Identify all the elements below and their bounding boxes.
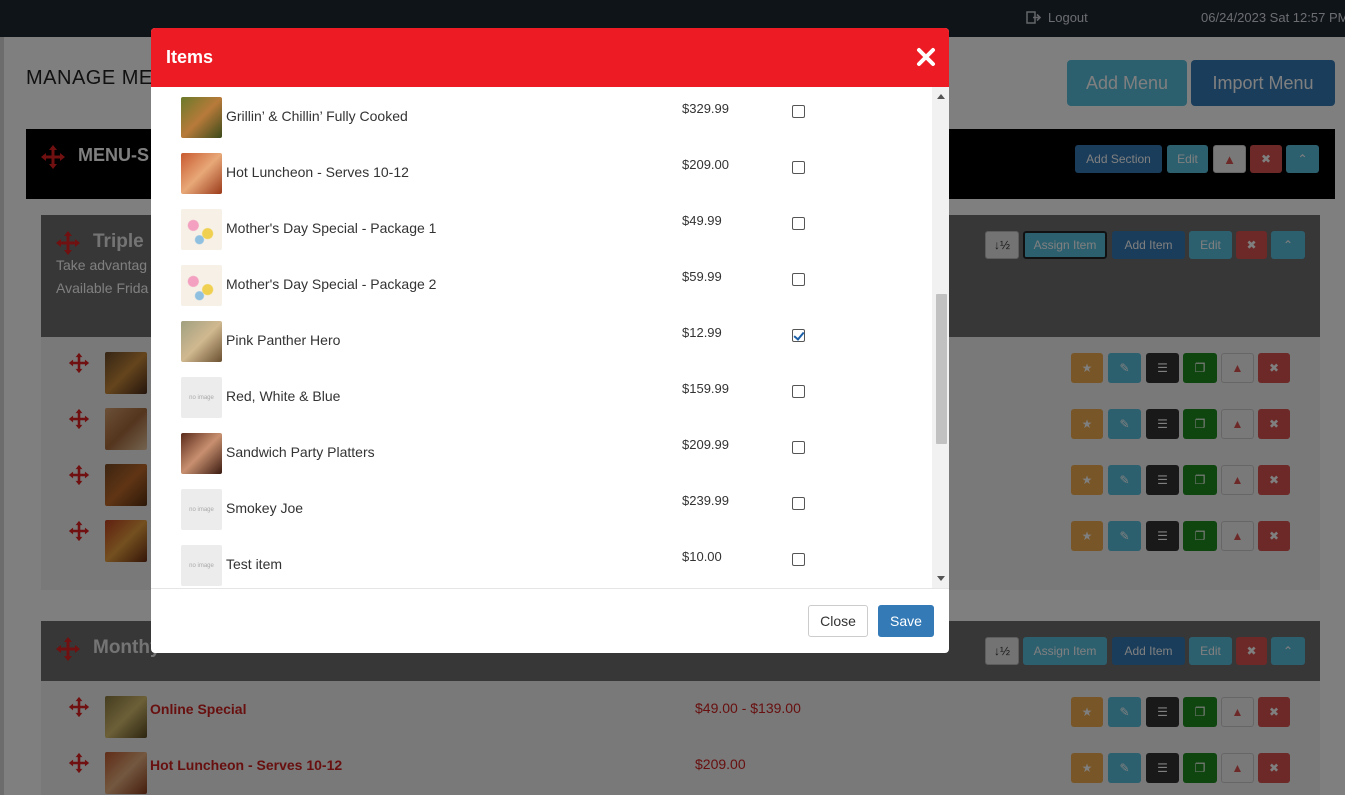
item-name: Test item [226, 556, 283, 572]
item-name: Sandwich Party Platters [226, 444, 375, 460]
item-name: Pink Panther Hero [226, 332, 341, 348]
close-icon[interactable] [915, 46, 937, 68]
modal-body: Grillin’ & Chillin’ Fully Cooked $329.99 H… [151, 87, 949, 589]
item-name: Hot Luncheon - Serves 10-12 [226, 164, 409, 180]
item-price: $209.99 [682, 437, 729, 452]
item-row: no image Test item $10.00 [151, 535, 931, 589]
item-name: Grillin’ & Chillin’ Fully Cooked [226, 108, 408, 124]
scroll-down-icon[interactable] [937, 576, 945, 581]
item-row: no image Smokey Joe $239.99 [151, 479, 931, 535]
close-button[interactable]: Close [808, 605, 868, 637]
item-checkbox[interactable] [792, 553, 805, 566]
item-checkbox[interactable] [792, 105, 805, 118]
save-button[interactable]: Save [878, 605, 934, 637]
item-name: Smokey Joe [226, 500, 304, 516]
modal-title: Items [166, 47, 214, 67]
item-price: $329.99 [682, 101, 729, 116]
item-checkbox[interactable] [792, 273, 805, 286]
item-image [181, 321, 222, 362]
item-price: $209.00 [682, 157, 729, 172]
item-image [181, 265, 222, 306]
item-price: $12.99 [682, 325, 722, 340]
item-image: no image [181, 489, 222, 530]
scroll-thumb[interactable] [936, 294, 947, 444]
scrollbar[interactable] [932, 87, 949, 589]
item-row: Mother's Day Special - Package 1 $49.99 [151, 199, 931, 255]
item-checkbox[interactable] [792, 385, 805, 398]
item-checkbox[interactable] [792, 441, 805, 454]
modal-footer: Close Save [151, 588, 949, 653]
item-price: $59.99 [682, 269, 722, 284]
item-price: $239.99 [682, 493, 729, 508]
item-checkbox[interactable] [792, 217, 805, 230]
item-image [181, 209, 222, 250]
item-image [181, 433, 222, 474]
item-row: Mother's Day Special - Package 2 $59.99 [151, 255, 931, 311]
item-name: Mother's Day Special - Package 1 [226, 220, 437, 236]
item-name: Mother's Day Special - Package 2 [226, 276, 437, 292]
item-price: $159.99 [682, 381, 729, 396]
scroll-up-icon[interactable] [937, 94, 945, 99]
items-modal: Items Grillin’ & Chillin’ Fully Cooked $3… [151, 28, 949, 653]
item-checkbox[interactable] [792, 161, 805, 174]
item-image [181, 153, 222, 194]
item-row: Pink Panther Hero $12.99 [151, 311, 931, 367]
item-image: no image [181, 545, 222, 586]
item-image [181, 97, 222, 138]
item-row: no image Red, White & Blue $159.99 [151, 367, 931, 423]
item-row: Grillin’ & Chillin’ Fully Cooked $329.99 [151, 87, 931, 143]
item-row: Hot Luncheon - Serves 10-12 $209.00 [151, 143, 931, 199]
item-row: Sandwich Party Platters $209.99 [151, 423, 931, 479]
item-price: $49.99 [682, 213, 722, 228]
item-checkbox[interactable] [792, 497, 805, 510]
item-checkbox[interactable] [792, 329, 805, 342]
item-price: $10.00 [682, 549, 722, 564]
item-image: no image [181, 377, 222, 418]
item-name: Red, White & Blue [226, 388, 341, 404]
modal-header: Items [151, 28, 949, 87]
